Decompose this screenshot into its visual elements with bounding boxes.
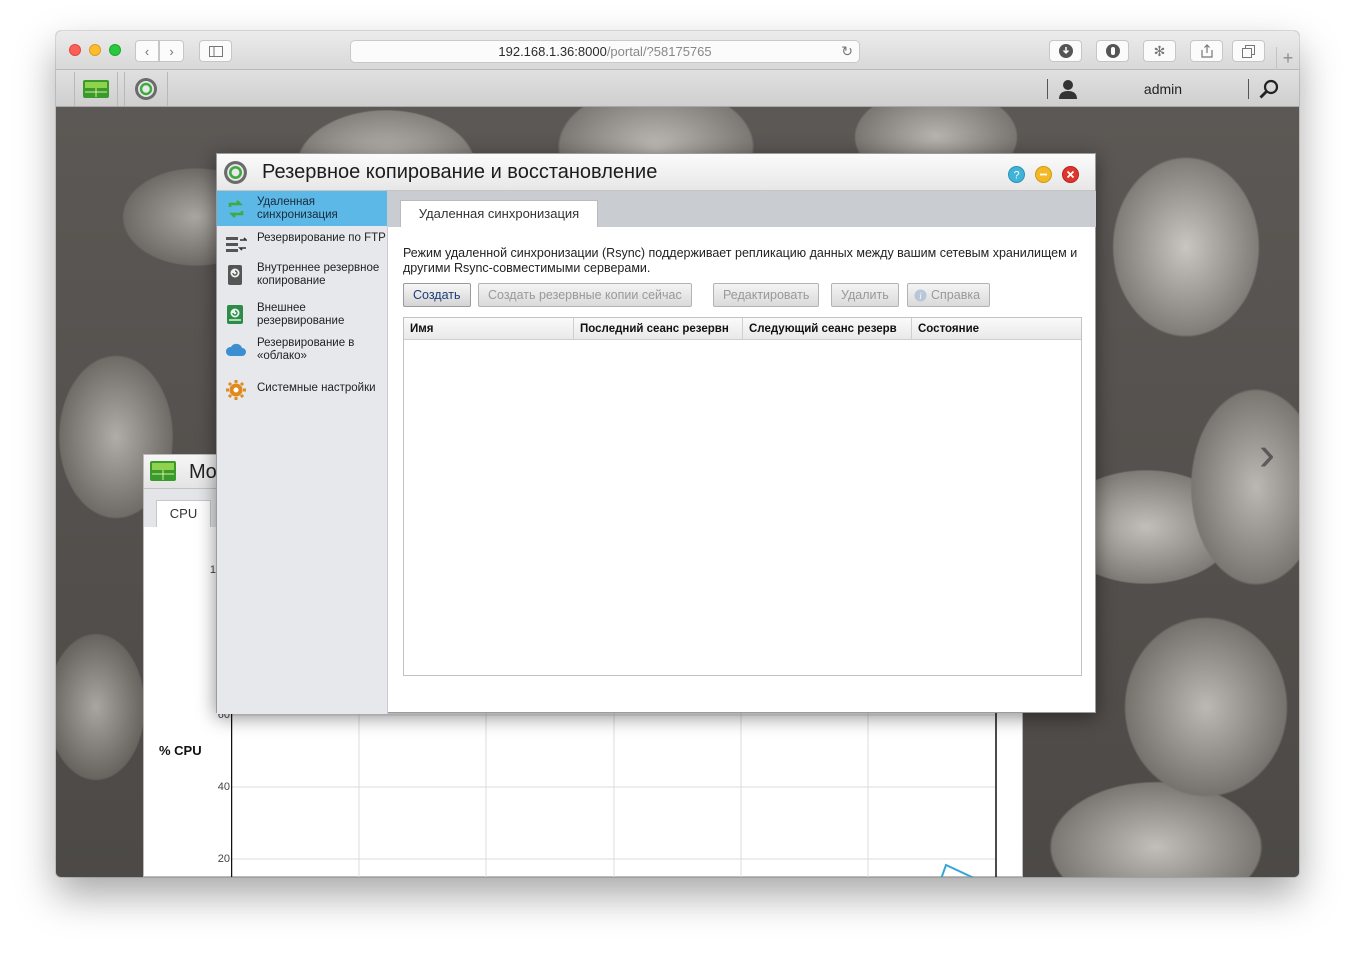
- ftp-icon: [226, 237, 247, 252]
- column-header-name[interactable]: Имя: [404, 318, 574, 340]
- column-header-last-run[interactable]: Последний сеанс резервн: [574, 318, 743, 340]
- chevron-left-icon: ‹: [144, 43, 150, 59]
- backup-now-button[interactable]: Создать резервные копии сейчас: [478, 283, 692, 307]
- sidebar-toggle-button[interactable]: [199, 40, 232, 62]
- backup-restore-icon: [135, 78, 157, 100]
- monitor-title: Mo: [189, 461, 217, 483]
- url-host: 192.168.1.36:8000: [498, 44, 607, 59]
- downloads-button[interactable]: [1049, 40, 1082, 62]
- sidebar-item-remote-sync[interactable]: Удаленная синхронизация: [217, 191, 387, 226]
- username-label[interactable]: admin: [1088, 81, 1238, 97]
- reload-icon[interactable]: ↻: [841, 41, 853, 62]
- address-bar[interactable]: 192.168.1.36:8000/portal/?58175765 ↻: [350, 40, 860, 63]
- svg-text:?: ?: [1013, 170, 1019, 182]
- sync-jobs-table[interactable]: Имя Последний сеанс резервн Следующий се…: [403, 317, 1082, 676]
- backup-sidebar: Удаленная синхронизация Резервирование п…: [217, 191, 388, 714]
- sidebar-icon: [208, 45, 223, 57]
- shield-extension-icon: [1105, 44, 1120, 58]
- backup-content: Удаленная синхронизация Режим удаленной …: [388, 191, 1096, 714]
- tick-label: 1: [209, 564, 216, 576]
- tick-label: 40: [217, 781, 230, 793]
- divider: [1248, 78, 1249, 99]
- paw-extension-button[interactable]: ✻: [1143, 40, 1176, 62]
- tabbar: Удаленная синхронизация: [388, 191, 1096, 227]
- delete-button[interactable]: Удалить: [831, 283, 899, 307]
- sidebar-item-label: Внешнее резервирование: [257, 302, 345, 327]
- chevron-right-icon: ›: [169, 43, 174, 59]
- extension-button[interactable]: [1096, 40, 1129, 62]
- sidebar-item-label: Удаленная синхронизация: [257, 196, 338, 221]
- sidebar-item-ftp-backup[interactable]: Резервирование по FTP: [217, 232, 387, 262]
- backup-restore-window[interactable]: Резервное копирование и восстановление ?: [216, 153, 1096, 714]
- tabs-icon: [1242, 44, 1255, 58]
- column-header-next-run[interactable]: Следующий сеанс резерв: [743, 318, 912, 340]
- create-button[interactable]: Создать: [403, 283, 471, 307]
- share-button[interactable]: [1190, 40, 1223, 62]
- browser-window: ‹ › 192.168.1.36:8000/portal/?58175765 ↻…: [56, 31, 1299, 877]
- sidebar-item-label: Резервирование в «облако»: [257, 337, 355, 362]
- nas-taskbar: admin: [56, 70, 1299, 107]
- download-icon: [1058, 44, 1073, 58]
- close-button[interactable]: [1062, 166, 1079, 183]
- help-button[interactable]: ?: [1008, 166, 1025, 183]
- backup-titlebar[interactable]: Резервное копирование и восстановление ?: [217, 154, 1095, 191]
- column-header-status[interactable]: Состояние: [912, 318, 1081, 340]
- nas-desktop: › Mo CPU 1 60 40 20 % CPU Резервное копи…: [56, 107, 1299, 877]
- sidebar-item-system-settings[interactable]: Системные настройки: [217, 377, 387, 403]
- tab-remote-sync[interactable]: Удаленная синхронизация: [400, 200, 598, 227]
- minimize-button[interactable]: [1035, 166, 1052, 183]
- sync-icon: [228, 200, 244, 218]
- tab-cpu[interactable]: CPU: [156, 500, 211, 527]
- forward-button[interactable]: ›: [159, 40, 184, 62]
- search-icon[interactable]: [1259, 79, 1279, 99]
- zoom-window-button[interactable]: [109, 44, 121, 56]
- window-title: Резервное копирование и восстановление: [262, 161, 658, 183]
- sidebar-item-label: Резервирование по FTP: [257, 232, 386, 244]
- user-area: admin: [1047, 70, 1279, 107]
- table-header: Имя Последний сеанс резервн Следующий се…: [404, 318, 1081, 340]
- internal-backup-icon: [228, 265, 242, 285]
- new-tab-button[interactable]: +: [1276, 47, 1299, 70]
- resource-monitor-icon: [150, 461, 176, 481]
- cloud-icon: [225, 343, 246, 356]
- help-doc-label: Справка: [931, 288, 981, 302]
- description-text: Режим удаленной синхронизации (Rsync) по…: [403, 246, 1078, 275]
- close-icon: [1066, 170, 1075, 179]
- paw-icon: ✻: [1153, 42, 1166, 59]
- minus-icon: [1040, 173, 1047, 176]
- close-window-button[interactable]: [69, 44, 81, 56]
- chevron-right-icon[interactable]: ›: [1259, 427, 1275, 482]
- url-path: /portal/?58175765: [606, 44, 712, 59]
- gear-icon: [226, 380, 246, 400]
- minimize-window-button[interactable]: [89, 44, 101, 56]
- back-button[interactable]: ‹: [135, 40, 159, 62]
- edit-button[interactable]: Редактировать: [713, 283, 820, 307]
- sidebar-item-external-backup[interactable]: Внешнее резервирование: [217, 302, 387, 332]
- y-axis-label: % CPU: [159, 743, 202, 758]
- user-icon[interactable]: [1058, 79, 1078, 99]
- resource-monitor-icon: [83, 80, 109, 98]
- tick-label: 20: [217, 853, 230, 865]
- info-icon: i: [914, 289, 927, 301]
- help-doc-button[interactable]: i Справка: [907, 283, 991, 307]
- sidebar-item-label: Системные настройки: [257, 382, 376, 394]
- question-icon: ?: [1013, 170, 1019, 182]
- sidebar-item-internal-backup[interactable]: Внутреннее резервное копирование: [217, 262, 387, 297]
- browser-titlebar: ‹ › 192.168.1.36:8000/portal/?58175765 ↻…: [56, 31, 1299, 70]
- tabs-overview-button[interactable]: [1232, 40, 1265, 62]
- taskbar-resource-monitor[interactable]: [74, 72, 118, 106]
- sidebar-item-label: Внутреннее резервное копирование: [257, 262, 380, 287]
- sidebar-item-cloud-backup[interactable]: Резервирование в «облако»: [217, 337, 387, 367]
- taskbar-backup-restore[interactable]: [124, 72, 168, 106]
- external-backup-icon: [227, 305, 243, 324]
- divider: [1047, 78, 1048, 99]
- share-icon: [1200, 44, 1213, 58]
- cpu-series-line: [940, 863, 975, 877]
- backup-restore-icon: [224, 161, 247, 184]
